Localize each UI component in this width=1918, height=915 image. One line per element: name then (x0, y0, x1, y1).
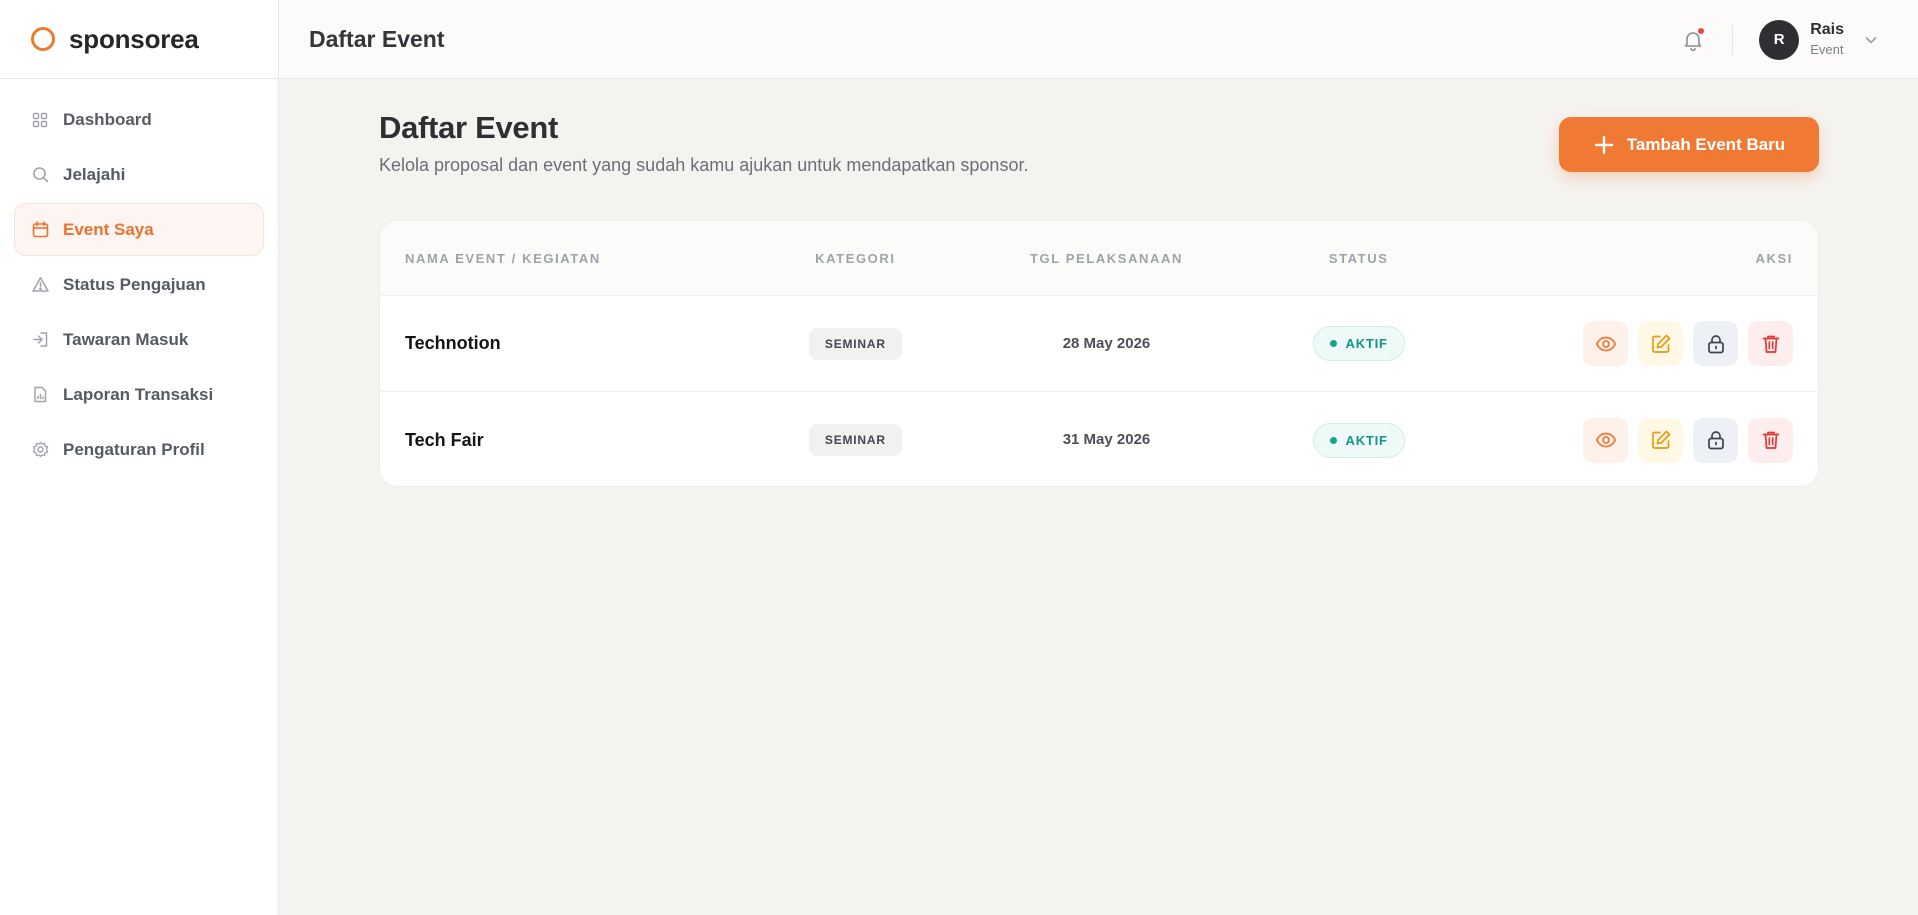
grid-icon (31, 111, 49, 129)
column-header-category[interactable]: KATEGORI (747, 251, 965, 266)
edit-button[interactable] (1638, 321, 1684, 366)
sidebar-item-label: Dashboard (63, 109, 152, 129)
chevron-down-icon (1864, 33, 1878, 47)
plus-icon (1593, 134, 1615, 156)
event-date: 31 May 2026 (1062, 431, 1151, 448)
topbar: Daftar Event R Rais Event (279, 0, 1918, 79)
event-name: Tech Fair (405, 429, 484, 450)
topbar-right: R Rais Event (1680, 0, 1878, 79)
edit-icon (1650, 333, 1672, 355)
calendar-icon (31, 221, 49, 239)
event-date: 28 May 2026 (1062, 334, 1151, 352)
file-report-icon (31, 386, 49, 404)
page-subtitle: Kelola proposal dan event yang sudah kam… (379, 155, 1029, 175)
user-name: Rais (1810, 20, 1844, 38)
gear-icon (31, 441, 49, 459)
table-header: NAMA EVENT / KEGIATAN KATEGORI TGL PELAK… (380, 221, 1818, 296)
lock-icon (1705, 429, 1727, 451)
page-title: Daftar Event (379, 110, 559, 145)
sidebar-item-event-saya[interactable]: Event Saya (14, 203, 264, 256)
eye-icon (1595, 333, 1617, 355)
avatar: R (1759, 19, 1800, 60)
notification-button[interactable] (1680, 27, 1706, 53)
column-header-name[interactable]: NAMA EVENT / KEGIATAN (380, 251, 747, 266)
user-meta: Rais Event (1810, 21, 1844, 58)
sidebar-item-dashboard[interactable]: Dashboard (14, 93, 264, 146)
topbar-title: Daftar Event (309, 25, 445, 52)
edit-button[interactable] (1638, 417, 1684, 463)
column-header-date[interactable]: TGL PELAKSANAAN (964, 251, 1249, 266)
sidebar-item-label: Tawaran Masuk (63, 329, 189, 349)
sidebar-item-laporan-transaksi[interactable]: Laporan Transaksi (14, 368, 264, 421)
status-dot (1329, 340, 1337, 347)
status-badge: AKTIF (1312, 326, 1405, 361)
status-badge: AKTIF (1312, 422, 1405, 458)
delete-button[interactable] (1748, 417, 1794, 463)
inbox-in-icon (31, 331, 49, 349)
user-menu[interactable]: R Rais Event (1759, 19, 1878, 60)
lock-button[interactable] (1693, 417, 1739, 463)
brand-name: sponsorea (69, 23, 199, 54)
table-row: Tech Fair SEMINAR 31 May 2026 AKTIF (380, 392, 1818, 486)
event-name: Technotion (405, 333, 501, 353)
brand-logo-icon (31, 27, 55, 51)
sidebar: sponsorea Dashboard Jelajahi Event Saya … (0, 0, 279, 915)
add-event-button[interactable]: Tambah Event Baru (1559, 117, 1819, 172)
event-table: NAMA EVENT / KEGIATAN KATEGORI TGL PELAK… (379, 220, 1819, 487)
sidebar-item-label: Laporan Transaksi (63, 384, 214, 404)
sidebar-item-pengaturan-profil[interactable]: Pengaturan Profil (14, 423, 264, 476)
eye-icon (1595, 429, 1617, 451)
row-actions (1468, 321, 1794, 366)
sidebar-item-jelajahi[interactable]: Jelajahi (14, 148, 264, 201)
trash-icon (1760, 333, 1782, 355)
sidebar-item-label: Event Saya (63, 219, 154, 239)
view-button[interactable] (1583, 417, 1629, 463)
edit-icon (1650, 429, 1672, 451)
status-label: AKTIF (1345, 432, 1388, 448)
lock-button[interactable] (1693, 321, 1739, 366)
brand[interactable]: sponsorea (0, 0, 278, 79)
add-event-label: Tambah Event Baru (1626, 134, 1786, 154)
category-badge: SEMINAR (808, 327, 902, 360)
sidebar-item-label: Pengaturan Profil (63, 439, 205, 459)
sidebar-item-status-pengajuan[interactable]: Status Pengajuan (14, 258, 264, 311)
column-header-actions: AKSI (1755, 250, 1794, 266)
sidebar-item-label: Status Pengajuan (63, 274, 206, 294)
topbar-divider (1732, 24, 1734, 55)
category-badge: SEMINAR (808, 424, 902, 456)
sidebar-item-label: Jelajahi (63, 164, 126, 184)
row-actions (1468, 417, 1794, 463)
lock-icon (1705, 333, 1727, 355)
view-button[interactable] (1583, 321, 1629, 366)
table-row: Technotion SEMINAR 28 May 2026 AKTIF (380, 296, 1818, 392)
status-label: AKTIF (1345, 336, 1388, 351)
status-dot (1329, 436, 1337, 444)
sidebar-item-tawaran-masuk[interactable]: Tawaran Masuk (14, 313, 264, 366)
column-header-status[interactable]: STATUS (1249, 251, 1469, 266)
user-role: Event (1810, 42, 1844, 58)
notification-dot (1698, 27, 1705, 34)
sidebar-nav: Dashboard Jelajahi Event Saya Status Pen… (0, 79, 278, 476)
search-icon (31, 166, 49, 184)
delete-button[interactable] (1748, 321, 1794, 366)
trash-icon (1760, 429, 1782, 451)
triangle-alert-icon (31, 276, 49, 294)
